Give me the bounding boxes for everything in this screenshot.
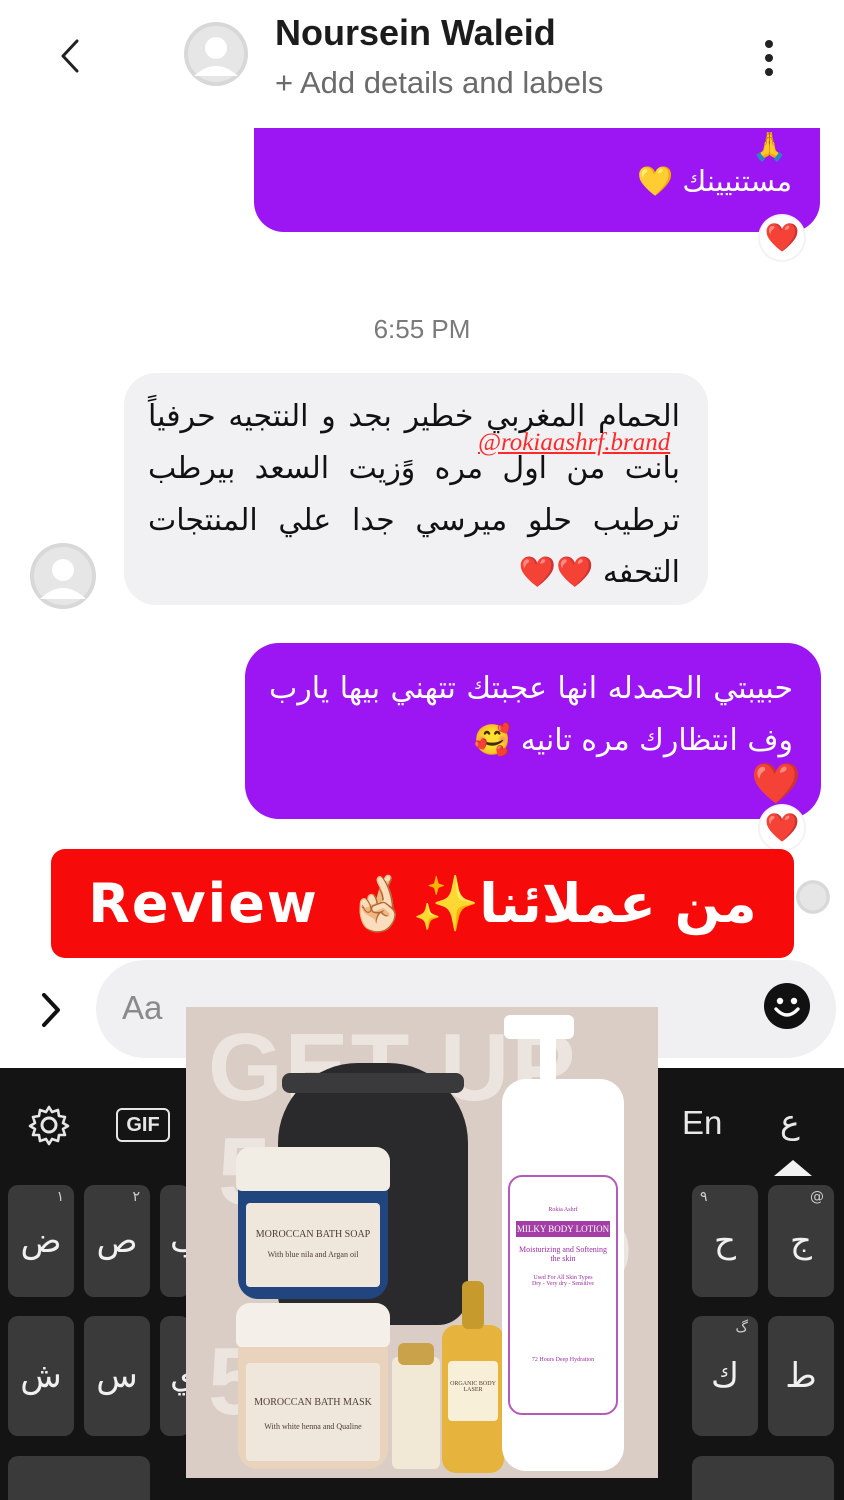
key-jeem[interactable]: @ ج <box>768 1185 834 1297</box>
lotion-bottle-label: Rokia Ashrf MILKY BODY LOTION Moisturizi… <box>508 1175 618 1415</box>
soap-jar-lid <box>236 1147 390 1191</box>
key-taa[interactable]: ط <box>768 1316 834 1436</box>
contact-name[interactable]: Noursein Waleid <box>275 12 556 54</box>
body-oil-label: ORGANIC BODY LASER <box>448 1361 498 1421</box>
message-bubble-outgoing[interactable]: 🙏 مستنيينك 💛 <box>254 128 820 232</box>
collapse-keyboard-caret[interactable] <box>774 1160 812 1176</box>
key-sheen[interactable]: ش <box>8 1316 74 1436</box>
conversation-header: Noursein Waleid + Add details and labels <box>0 0 844 125</box>
chevron-left-icon <box>61 39 79 73</box>
lotion-pump-head <box>504 1015 574 1039</box>
watermark-handle: @rokiaashrf.brand <box>478 429 671 456</box>
oil-vial-image <box>392 1357 440 1469</box>
message-text: مستنيينك 💛 <box>637 164 792 198</box>
soap-jar-label: MOROCCAN BATH SOAP With blue nila and Ar… <box>246 1203 380 1287</box>
emoji-button[interactable] <box>763 982 811 1030</box>
add-details-link[interactable]: + Add details and labels <box>275 65 603 101</box>
key-shift[interactable] <box>8 1456 150 1500</box>
key-haa[interactable]: ٩ح <box>692 1185 758 1297</box>
oil-vial-cap <box>398 1343 434 1365</box>
language-ar-button[interactable]: ع <box>780 1102 800 1141</box>
mask-jar-lid <box>236 1303 390 1347</box>
review-banner: من عملائنا✨🤞🏻 Review <box>51 849 794 958</box>
message-bubble-outgoing[interactable]: حبيبتي الحمدله انها عجبتك تتهني بيها يار… <box>245 643 821 819</box>
smiley-icon <box>764 983 810 1029</box>
reaction-badge[interactable]: ❤️ <box>760 806 804 850</box>
dropper-cap <box>462 1281 484 1329</box>
message-bubble-incoming[interactable]: الحمام المغربي خطير بجد و النتجيه حرفياً… <box>124 373 708 605</box>
reaction-badge[interactable]: ❤️ <box>760 216 804 260</box>
sender-avatar[interactable] <box>30 543 96 609</box>
heart-reaction-icon: ❤️ <box>764 221 800 254</box>
message-text: حبيبتي الحمدله انها عجبتك تتهني بيها يار… <box>269 671 793 758</box>
chevron-right-icon <box>42 993 60 1027</box>
expand-actions-button[interactable] <box>32 985 70 1035</box>
more-vertical-icon <box>765 40 773 48</box>
praying-hands-emoji: 🙏 <box>752 130 787 163</box>
heart-reaction-icon: ❤️ <box>764 811 800 844</box>
key-seen[interactable]: س <box>84 1316 150 1436</box>
key-kaf[interactable]: گك <box>692 1316 758 1436</box>
key-backspace[interactable] <box>692 1456 834 1500</box>
keyboard-settings-button[interactable] <box>28 1104 70 1146</box>
more-options-button[interactable] <box>752 36 786 80</box>
mitt-band <box>282 1073 464 1093</box>
seen-avatar <box>796 880 830 914</box>
message-timestamp: 6:55 PM <box>373 314 471 344</box>
message-text: الحمام المغربي خطير بجد و النتجيه حرفياً… <box>148 399 680 590</box>
contact-avatar[interactable] <box>184 22 248 86</box>
mask-jar-label: MOROCCAN BATH MASK With white henna and … <box>246 1363 380 1461</box>
banner-review-text: Review <box>88 872 319 935</box>
banner-arabic-text: من عملائنا✨🤞🏻 <box>344 871 757 935</box>
language-en-button[interactable]: En <box>682 1104 722 1142</box>
heart-emoji: ❤️ <box>751 761 801 807</box>
back-button[interactable] <box>50 30 90 82</box>
key-sad[interactable]: ٢ص <box>84 1185 150 1297</box>
product-photo: GET UP 50 O 5 MOROCCAN BATH SOAP With bl… <box>186 1007 658 1478</box>
gif-label: GIF <box>116 1108 170 1142</box>
gear-icon <box>28 1105 70 1146</box>
gif-button[interactable]: GIF <box>116 1108 170 1142</box>
lotion-pump-stem <box>540 1031 556 1081</box>
key-dad[interactable]: ١ض <box>8 1185 74 1297</box>
